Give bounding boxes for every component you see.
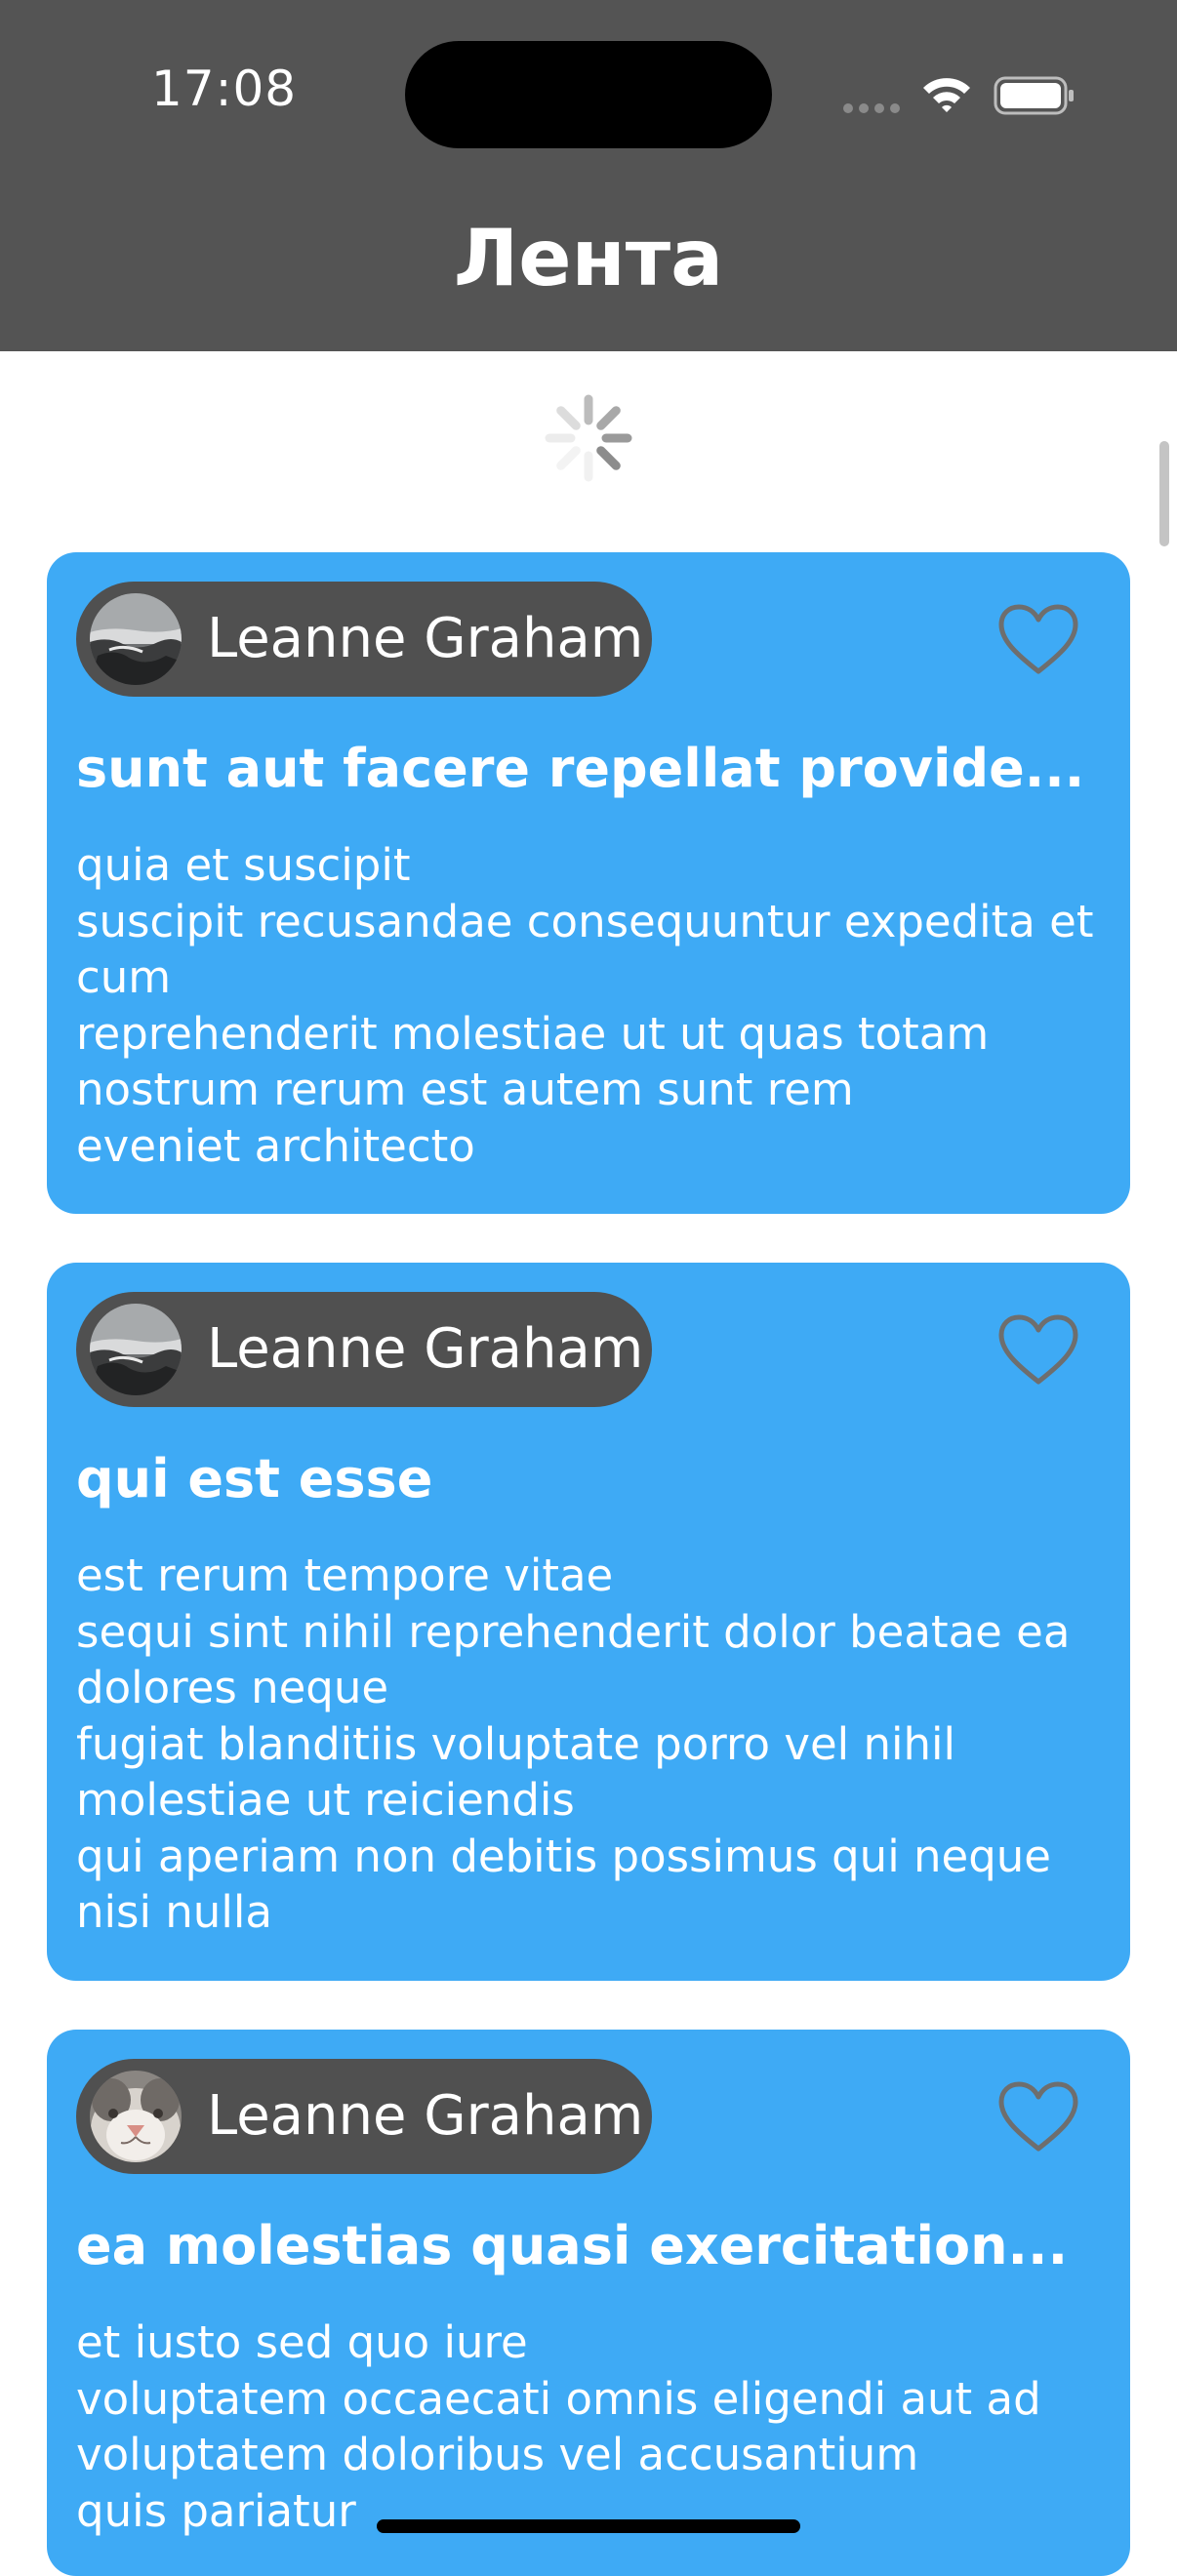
wifi-icon — [923, 78, 970, 112]
author-name: Leanne Graham — [207, 2084, 644, 2148]
post-title: ea molestias quasi exercitation... — [76, 2215, 1069, 2276]
post-title: sunt aut facere repellat provide... — [76, 738, 1085, 799]
author-chip[interactable]: Leanne Graham — [76, 1292, 652, 1407]
post-card[interactable]: Leanne Graham qui est esse est rerum tem… — [47, 1263, 1130, 1981]
scroll-indicator[interactable] — [1159, 441, 1169, 546]
loading-spinner-icon — [545, 394, 632, 482]
post-card[interactable]: Leanne Graham ea molestias quasi exercit… — [47, 2030, 1130, 2576]
avatar — [90, 1304, 182, 1395]
author-chip[interactable]: Leanne Graham — [76, 582, 652, 697]
battery-icon — [994, 76, 1074, 115]
navigation-header: 17:08 Лента — [0, 0, 1177, 351]
cellular-signal-icon — [843, 103, 900, 113]
post-body: quia et suscipit suscipit recusandae con… — [76, 839, 1094, 1172]
post-title: qui est esse — [76, 1448, 433, 1509]
post-body: et iusto sed quo iure voluptatem occaeca… — [76, 2316, 1041, 2537]
author-name: Leanne Graham — [207, 607, 644, 670]
heart-icon[interactable] — [996, 2080, 1080, 2154]
author-name: Leanne Graham — [207, 1317, 644, 1381]
avatar — [90, 593, 182, 685]
post-card[interactable]: Leanne Graham sunt aut facere repellat p… — [47, 552, 1130, 1214]
home-indicator[interactable] — [377, 2519, 800, 2533]
post-body: est rerum tempore vitae sequi sint nihil… — [76, 1550, 1071, 1938]
heart-icon[interactable] — [996, 1313, 1080, 1388]
heart-icon[interactable] — [996, 603, 1080, 677]
dynamic-island — [405, 41, 772, 148]
status-time: 17:08 — [151, 60, 298, 117]
page-title: Лента — [453, 213, 724, 303]
author-chip[interactable]: Leanne Graham — [76, 2059, 652, 2174]
avatar — [90, 2071, 182, 2162]
